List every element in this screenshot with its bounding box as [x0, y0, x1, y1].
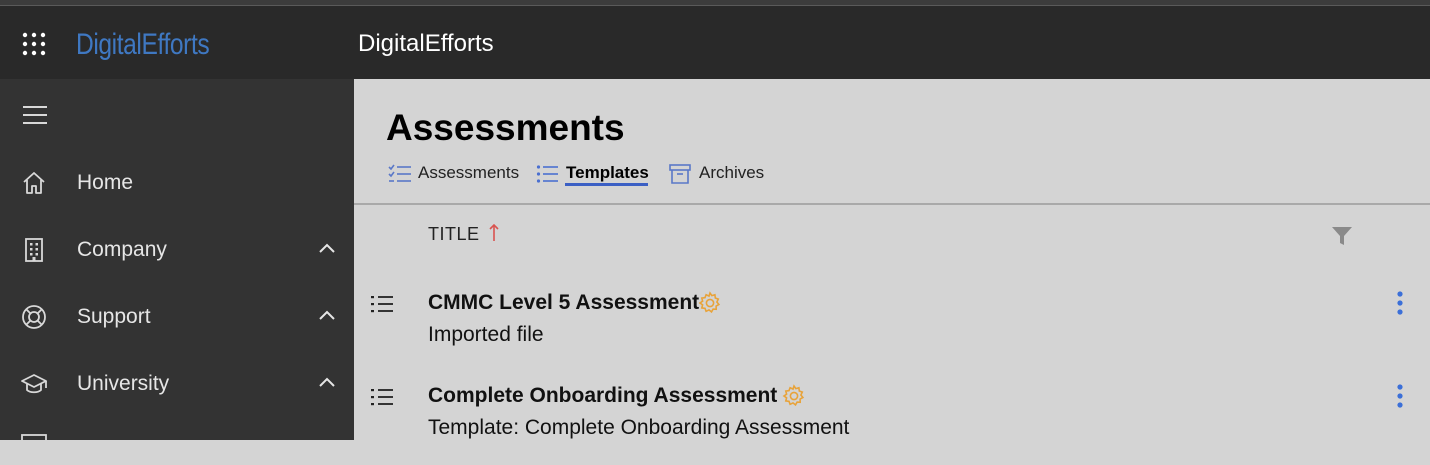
table-row[interactable]: CMMC Level 5 Assessment Imported file — [354, 282, 1430, 372]
archive-icon — [669, 164, 691, 184]
sidebar-item-label: University — [77, 372, 170, 395]
row-title[interactable]: Complete Onboarding Assessment — [428, 384, 777, 408]
tab-label: Archives — [699, 163, 765, 182]
app-title: DigitalEfforts — [358, 30, 494, 57]
sidebar-item-university[interactable]: University — [0, 359, 354, 409]
sidebar: Home Company Support University — [0, 79, 354, 440]
gear-icon[interactable] — [698, 291, 722, 315]
page-title: Assessments — [386, 107, 625, 148]
chevron-up-icon[interactable] — [318, 242, 336, 254]
tab-assessments[interactable]: Assessments — [388, 159, 520, 189]
sort-ascending-icon[interactable] — [487, 223, 501, 243]
graduation-cap-icon — [21, 374, 47, 394]
sidebar-item-company[interactable]: Company — [0, 225, 354, 275]
sidebar-item-home[interactable]: Home — [0, 158, 354, 208]
row-title[interactable]: CMMC Level 5 Assessment — [428, 291, 699, 315]
active-tab-indicator — [565, 183, 648, 186]
checklist-icon — [388, 164, 411, 182]
chevron-up-icon[interactable] — [318, 309, 336, 321]
list-icon — [536, 165, 558, 183]
sidebar-item-label: Support — [77, 305, 151, 328]
lifebuoy-icon — [22, 305, 46, 329]
sidebar-item-label: Home — [77, 171, 134, 194]
row-subtitle: Imported file — [428, 323, 544, 346]
more-options-icon[interactable] — [1390, 383, 1410, 409]
chevron-up-icon[interactable] — [318, 376, 336, 388]
brand-logo[interactable]: DigitalEfforts — [76, 28, 210, 62]
list-icon — [371, 389, 393, 406]
gear-icon[interactable] — [782, 384, 806, 408]
row-subtitle: Template: Complete Onboarding Assessment — [428, 416, 850, 439]
app-launcher-icon[interactable] — [22, 32, 46, 56]
building-icon — [25, 238, 43, 262]
tab-label: Assessments — [418, 163, 520, 182]
tab-archives[interactable]: Archives — [669, 159, 769, 189]
tab-label: Templates — [566, 163, 649, 182]
more-options-icon[interactable] — [1390, 290, 1410, 316]
table-row[interactable]: Complete Onboarding Assessment Template:… — [354, 375, 1430, 465]
sidebar-next-item-icon — [21, 434, 47, 440]
column-header-title[interactable]: TITLE — [428, 224, 480, 245]
main-content: Assessments Assessments Templates Archiv… — [354, 79, 1430, 440]
sidebar-item-label: Company — [77, 238, 167, 261]
sidebar-item-support[interactable]: Support — [0, 292, 354, 342]
filter-icon[interactable] — [1331, 225, 1353, 247]
list-icon — [371, 296, 393, 313]
divider — [354, 203, 1430, 205]
top-bar: DigitalEfforts DigitalEfforts — [0, 6, 1430, 79]
home-icon — [23, 172, 45, 194]
hamburger-icon[interactable] — [22, 105, 48, 125]
